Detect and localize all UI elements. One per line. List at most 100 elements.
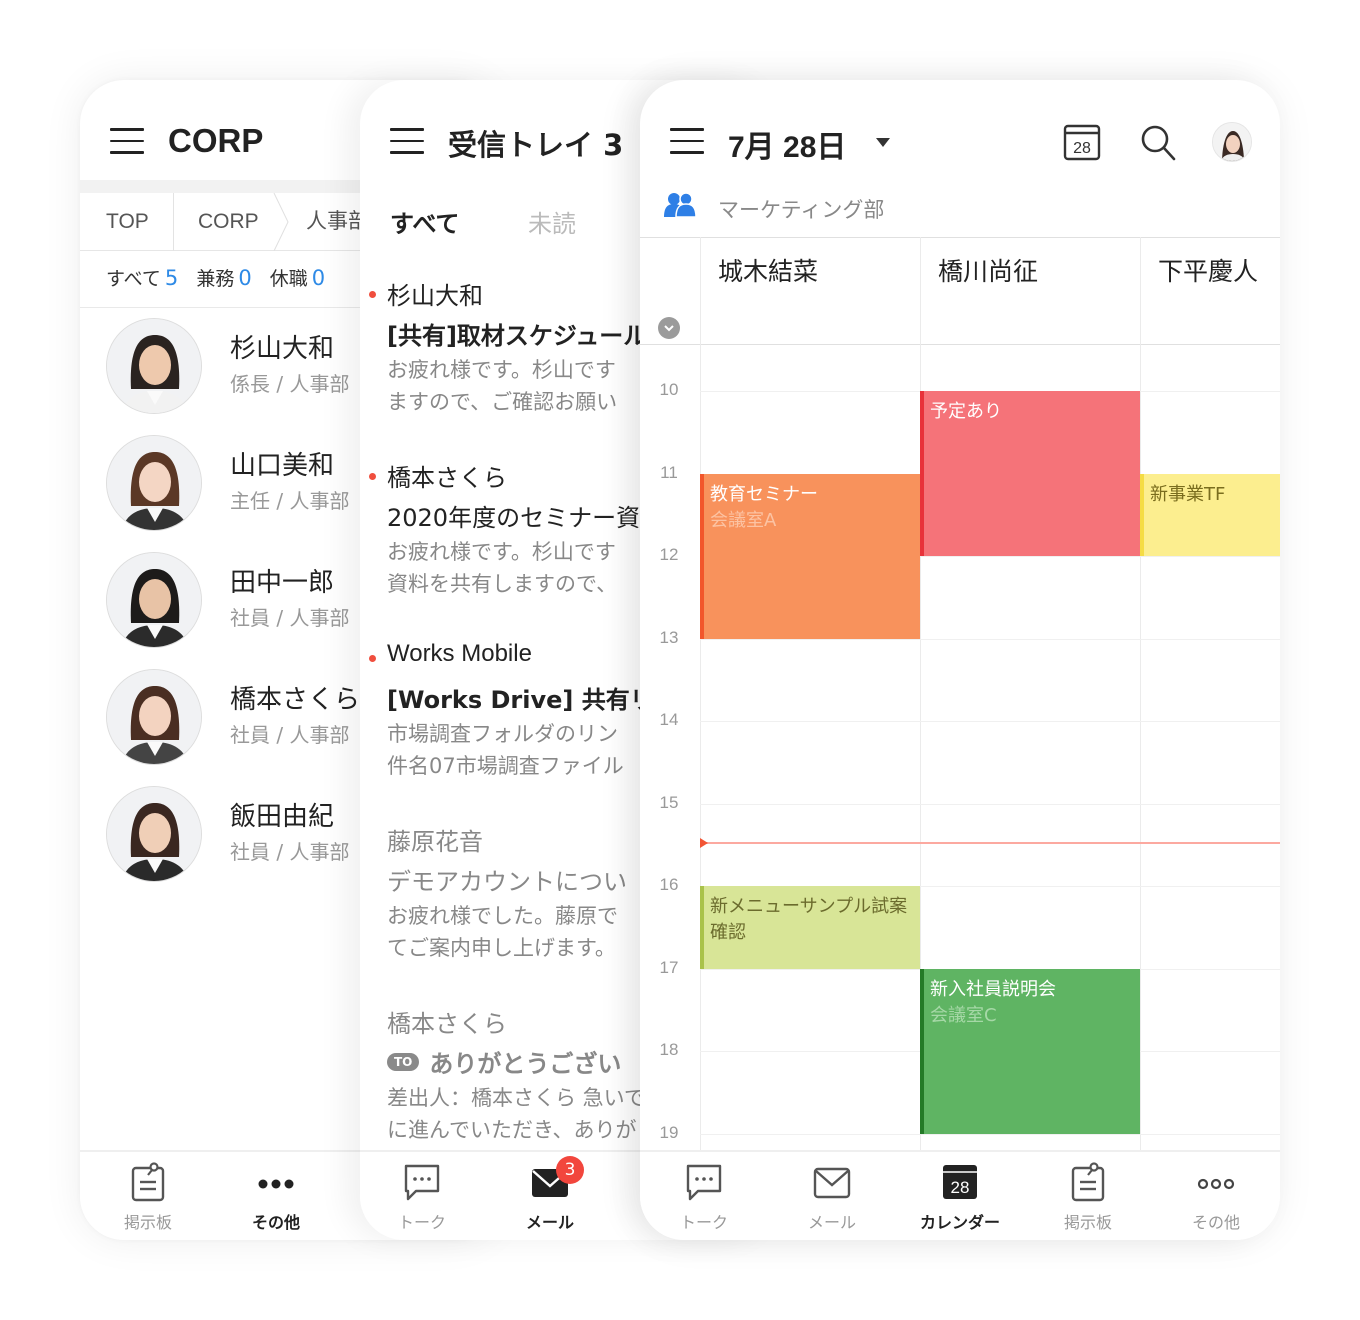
group-selector[interactable]: マーケティング部 <box>664 192 884 222</box>
menu-icon[interactable] <box>670 128 704 154</box>
board-icon <box>1071 1162 1105 1202</box>
count-label-all[interactable]: すべて <box>106 268 161 290</box>
tab-label: メール <box>525 1213 574 1232</box>
column-header-member[interactable]: 下平慶人 <box>1158 252 1258 288</box>
calendar-event[interactable]: 新入社員説明会 会議室C <box>920 968 1140 1134</box>
breadcrumb-item-corp[interactable]: CORP <box>198 193 259 251</box>
column-header-member[interactable]: 城木結菜 <box>718 252 818 288</box>
tab-more[interactable]: その他 <box>1161 1162 1271 1233</box>
to-badge: TO <box>387 1053 420 1071</box>
tab-calendar[interactable]: 28 カレンダー <box>905 1162 1015 1233</box>
user-avatar[interactable] <box>1212 122 1252 162</box>
event-color-bar <box>1140 473 1144 556</box>
grid-hour-line <box>700 721 1280 722</box>
tab-talk[interactable]: トーク <box>367 1162 477 1233</box>
unread-dot <box>369 655 376 662</box>
tab-talk[interactable]: トーク <box>649 1162 759 1233</box>
mail-sender: 藤原花音 <box>387 828 483 856</box>
event-title: 新メニューサンプル試案確認 <box>710 896 908 943</box>
mail-subject: デモアカウントについ <box>387 868 627 896</box>
hour-label: 16 <box>659 875 679 894</box>
column-header-member[interactable]: 橋川尚征 <box>938 252 1038 288</box>
calendar-event[interactable]: 新メニューサンプル試案確認 <box>700 886 920 969</box>
unread-dot <box>369 473 376 480</box>
count-label-concurrent[interactable]: 兼務 <box>196 268 234 290</box>
mail-preview: 資料を共有しますので、 <box>387 572 618 596</box>
tab-label: トーク <box>397 1213 446 1232</box>
event-title: 予定あり <box>930 401 1002 422</box>
tab-label: 掲示板 <box>123 1213 172 1232</box>
mail-preview: に進んでいただき、ありがと <box>387 1118 658 1142</box>
mail-subject: TO ありがとうござい <box>387 1044 621 1079</box>
mail-sender: 橋本さくら <box>387 1010 507 1038</box>
unread-badge: 3 <box>556 1156 584 1184</box>
count-concurrent: 0 <box>238 266 252 290</box>
tab-board[interactable]: 掲示板 <box>93 1162 203 1233</box>
calendar-screen: 7月 28日 28 マーケティング部 城木結菜 橋川尚征 下平慶人 10 11 12… <box>640 80 1280 1240</box>
event-color-bar <box>920 391 924 556</box>
more-icon <box>1197 1178 1235 1190</box>
member-role: 社員 / 人事部 <box>230 606 350 630</box>
avatar <box>106 318 202 414</box>
event-location: 会議室A <box>710 509 777 531</box>
divider <box>640 237 1280 238</box>
calendar-event[interactable]: 教育セミナー 会議室A <box>700 473 920 639</box>
mail-preview: 市場調査フォルダのリン <box>387 722 618 746</box>
event-color-bar <box>700 473 704 639</box>
grid-hour-line <box>700 803 1280 805</box>
tab-more[interactable]: その他 <box>221 1162 331 1233</box>
tab-label: その他 <box>251 1213 300 1232</box>
collapse-button[interactable] <box>658 317 680 339</box>
hour-label: 18 <box>659 1040 679 1059</box>
hour-label: 15 <box>659 792 679 812</box>
avatar-photo-icon <box>107 436 201 530</box>
tab-label: カレンダー <box>919 1213 1000 1232</box>
search-icon[interactable] <box>1138 122 1178 162</box>
talk-icon <box>686 1164 722 1201</box>
avatar-photo-icon <box>107 553 201 647</box>
grid-hour-line <box>700 638 1280 640</box>
today-calendar-icon[interactable]: 28 <box>1062 122 1102 162</box>
caret-down-icon[interactable] <box>876 138 890 147</box>
member-name: 山口美和 <box>230 451 335 481</box>
tab-all[interactable]: すべて <box>390 204 459 239</box>
calendar-event[interactable]: 新事業TF <box>1140 473 1280 556</box>
mail-list-item[interactable]: 橋本さくら 2020年度のセミナー資 お疲れ様です。杉山です 資料を共有しますの… <box>360 458 660 598</box>
current-time-line <box>700 842 1280 845</box>
hour-label: 12 <box>659 545 679 564</box>
event-location: 会議室C <box>930 1004 997 1026</box>
unread-dot <box>369 291 376 298</box>
avatar <box>106 669 202 765</box>
tab-mail[interactable]: 3 メール <box>495 1156 605 1233</box>
mail-list-item[interactable]: 橋本さくら TO ありがとうござい 差出人：橋本さくら 急いで に進んでいただき、… <box>360 1004 660 1144</box>
mail-list-item[interactable]: Works Mobile [Works Drive] 共有リンク 市場調査フォル… <box>360 640 702 780</box>
divider <box>173 193 174 251</box>
avatar <box>106 786 202 882</box>
tab-unread[interactable]: 未読 <box>528 204 576 239</box>
tab-mail[interactable]: メール <box>777 1162 887 1233</box>
member-role: 社員 / 人事部 <box>230 723 350 747</box>
avatar-photo-icon <box>1213 123 1251 161</box>
date-title[interactable]: 7月 28日 <box>728 122 846 166</box>
menu-icon[interactable] <box>390 128 424 154</box>
count-label-leave[interactable]: 休職 <box>270 268 308 290</box>
group-icon <box>664 192 697 218</box>
avatar <box>106 552 202 648</box>
event-color-bar <box>700 886 704 969</box>
member-role: 係長 / 人事部 <box>230 372 350 396</box>
grid-column-line <box>700 237 701 1152</box>
mail-preview: お疲れ様でした。藤原で <box>387 904 618 928</box>
mail-list-item[interactable]: 藤原花音 デモアカウントについ お疲れ様でした。藤原で てご案内申し上げます。 <box>360 822 660 962</box>
avatar <box>106 435 202 531</box>
event-title: 教育セミナー <box>710 483 818 505</box>
calendar-event[interactable]: 予定あり <box>920 391 1140 556</box>
mail-list-item[interactable]: 杉山大和 [共有]取材スケジュール お疲れ様です。杉山です ますので、ご確認お願… <box>360 276 660 416</box>
more-icon <box>258 1179 294 1189</box>
mail-preview: ますので、ご確認お願い <box>387 390 618 414</box>
current-time-marker-icon <box>700 838 708 849</box>
tab-board[interactable]: 掲示板 <box>1033 1162 1143 1233</box>
talk-icon <box>404 1164 440 1201</box>
breadcrumb-item-top[interactable]: TOP <box>106 193 149 251</box>
event-color-bar <box>920 968 924 1134</box>
menu-icon[interactable] <box>110 128 144 154</box>
